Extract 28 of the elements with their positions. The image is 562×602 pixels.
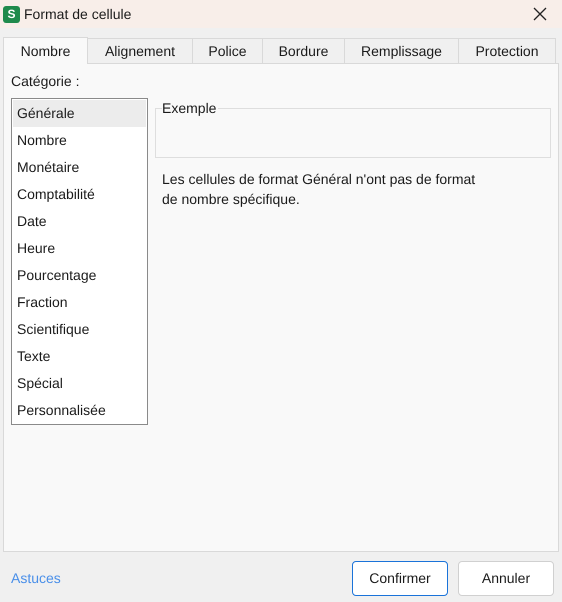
category-item[interactable]: Date — [13, 208, 146, 235]
category-item[interactable]: Pourcentage — [13, 262, 146, 289]
category-item[interactable]: Texte — [13, 343, 146, 370]
description-text: de nombre spécifique. — [162, 190, 301, 209]
description-text: Les cellules de format Général n'ont pas de format — [162, 170, 476, 189]
category-item[interactable]: Fraction — [13, 289, 146, 316]
close-button[interactable] — [531, 5, 549, 23]
app-icon: S — [3, 6, 20, 22]
cancel-button[interactable]: Annuler — [458, 561, 554, 596]
category-item[interactable]: Personnalisée — [13, 397, 146, 424]
tab[interactable]: Remplissage — [345, 38, 459, 63]
tab[interactable]: Nombre — [3, 37, 88, 64]
category-item[interactable]: Monétaire — [13, 154, 146, 181]
tab[interactable]: Bordure — [263, 38, 345, 63]
category-item[interactable]: Heure — [13, 235, 146, 262]
category-item[interactable]: Nombre — [13, 127, 146, 154]
window-title: Format de cellule — [24, 4, 132, 24]
tab[interactable]: Alignement — [88, 38, 193, 63]
category-label: Catégorie : — [11, 72, 80, 90]
close-icon — [533, 7, 547, 21]
tab[interactable]: Protection — [459, 38, 556, 63]
category-item[interactable]: Générale — [13, 100, 146, 127]
confirm-button[interactable]: Confirmer — [352, 561, 448, 596]
category-item[interactable]: Scientifique — [13, 316, 146, 343]
category-item[interactable]: Spécial — [13, 370, 146, 397]
tab[interactable]: Police — [193, 38, 263, 63]
example-legend: Exemple — [162, 100, 218, 116]
category-item[interactable]: Comptabilité — [13, 181, 146, 208]
